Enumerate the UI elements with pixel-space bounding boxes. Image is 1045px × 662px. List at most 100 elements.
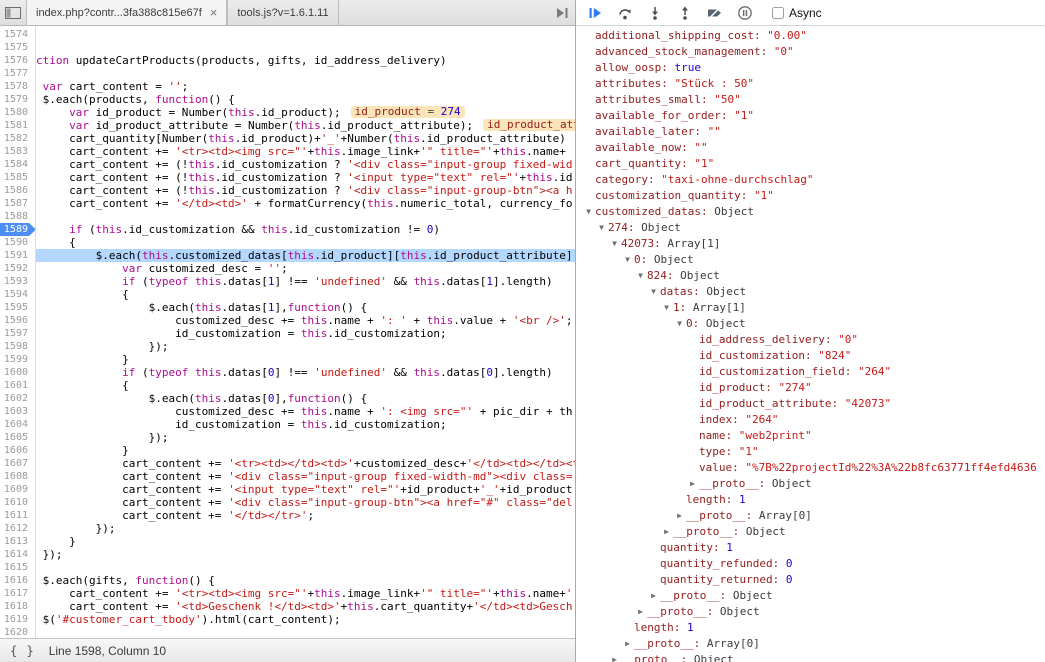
code-line[interactable]: var id_product_attribute = Number(this.i… [36,119,575,132]
code-line[interactable]: $.each(this.datas[1],function() { [36,301,575,314]
gutter-line-number[interactable]: 1575 [0,41,35,54]
gutter-line-number[interactable]: 1574 [0,28,35,41]
tab-close-icon[interactable]: × [210,6,218,19]
code-line[interactable]: var cart_content = ''; [36,80,575,93]
disclosure-closed-icon[interactable]: ▶ [660,524,673,540]
gutter-line-number[interactable]: 1582 [0,132,35,145]
gutter[interactable]: 1574 1575 1576 1577 1578 1579 1580 1581 1582 1583… [0,26,36,638]
gutter-line-number[interactable]: 1601 [0,379,35,392]
code-line[interactable]: cart_quantity[Number(this.id_product)+'_… [36,132,575,145]
gutter-line-number[interactable]: 1577 [0,67,35,80]
breakpoint-marker[interactable]: 1589 [0,223,35,236]
gutter-line-number[interactable]: 1604 [0,418,35,431]
code-line-selected[interactable]: $.each(this.customized_datas[this.id_pro… [36,249,575,262]
code-line[interactable]: $.each(products, function() { [36,93,575,106]
code-line[interactable]: id_customization = this.id_customization… [36,327,575,340]
disclosure-closed-icon[interactable]: ▶ [608,652,621,662]
disclosure-closed-icon[interactable]: ▶ [634,604,647,620]
code-line[interactable]: cart_content += '</td></tr>'; [36,509,575,522]
step-out-icon[interactable] [676,4,693,21]
scope-row[interactable]: ▶ __proto__: Object [576,588,1045,604]
sidebar-toggle-icon[interactable] [0,0,26,25]
gutter-line-number[interactable]: 1599 [0,353,35,366]
scope-row[interactable]: ▶ __proto__: Array[0] [576,636,1045,652]
code-line[interactable]: cart_content += '</td><td>' + formatCurr… [36,197,575,210]
gutter-line-number[interactable]: 1576 [0,54,35,67]
gutter-line-number[interactable]: 1600 [0,366,35,379]
gutter-line-number[interactable]: 1593 [0,275,35,288]
tab-tools-js[interactable]: tools.js?v=1.6.1.11 [227,0,339,25]
code-line[interactable]: $.each(gifts, function() { [36,574,575,587]
code-line[interactable]: cart_content += '<input type="text" rel=… [36,483,575,496]
code-line[interactable]: } [36,444,575,457]
gutter-line-number[interactable]: 1611 [0,509,35,522]
gutter-line-number[interactable]: 1613 [0,535,35,548]
gutter-line-number[interactable]: 1618 [0,600,35,613]
code-line[interactable]: }); [36,522,575,535]
gutter-line-number[interactable]: 1584 [0,158,35,171]
code-line[interactable]: cart_content += '<div class="input-group… [36,496,575,509]
scope-row[interactable]: ▶ __proto__: Object [576,476,1045,492]
disclosure-open-icon[interactable]: ▼ [608,236,621,252]
code-line[interactable] [36,28,575,41]
gutter-line-number[interactable]: 1609 [0,483,35,496]
code-line[interactable]: var customized_desc = ''; [36,262,575,275]
code-line[interactable]: $.each(this.datas[0],function() { [36,392,575,405]
disclosure-open-icon[interactable]: ▼ [595,220,608,236]
gutter-line-number[interactable]: 1608 [0,470,35,483]
pretty-print-icon[interactable]: { } [10,644,35,658]
disclosure-open-icon[interactable]: ▼ [673,316,686,332]
scope-row[interactable]: ▼ customized_datas: Object [576,204,1045,220]
gutter-line-number[interactable]: 1578 [0,80,35,93]
code-line[interactable] [36,561,575,574]
code-line[interactable]: if (typeof this.datas[0] !== 'undefined'… [36,366,575,379]
gutter-line-number[interactable]: 1585 [0,171,35,184]
async-checkbox[interactable] [772,6,784,19]
gutter-line-number[interactable]: 1592 [0,262,35,275]
code-line[interactable]: } [36,535,575,548]
step-over-icon[interactable] [616,4,633,21]
code-line[interactable]: { [36,288,575,301]
pause-on-exceptions-icon[interactable] [736,4,753,21]
code-line[interactable] [36,626,575,638]
code-line[interactable]: cart_content += '<tr><td></td><td>'+cust… [36,457,575,470]
tab-index-php[interactable]: index.php?contr...3fa388c815e67f × [26,0,228,25]
gutter-line-number[interactable]: 1595 [0,301,35,314]
code-line[interactable]: cart_content += (!this.id_customization … [36,184,575,197]
gutter-line-number[interactable]: 1581 [0,119,35,132]
gutter-line-number[interactable]: 1590 [0,236,35,249]
code-line[interactable]: var id_product = Number(this.id_product)… [36,106,575,119]
scope-row[interactable]: ▼ 274: Object [576,220,1045,236]
code-line[interactable]: $('#customer_cart_tbody').html(cart_cont… [36,613,575,626]
code-line[interactable]: }); [36,340,575,353]
scope-row[interactable]: ▼ 0: Object [576,316,1045,332]
code-line[interactable]: }); [36,431,575,444]
code-line[interactable]: cart_content += '<tr><td><img src="'+thi… [36,587,575,600]
gutter-line-number[interactable]: 1617 [0,587,35,600]
code-line[interactable]: cart_content += (!this.id_customization … [36,171,575,184]
code-line[interactable] [36,210,575,223]
scope-row[interactable]: ▶ __proto__: Array[0] [576,508,1045,524]
code-lines[interactable]: ction updateCartProducts(products, gifts… [36,26,575,638]
gutter-line-number[interactable]: 1615 [0,561,35,574]
gutter-line-number[interactable]: 1605 [0,431,35,444]
gutter-line-number[interactable]: 1616 [0,574,35,587]
code-line[interactable] [36,41,575,54]
scope-row[interactable]: ▼ datas: Object [576,284,1045,300]
code-line[interactable]: }); [36,548,575,561]
scope-row[interactable]: ▼ 0: Object [576,252,1045,268]
code-line[interactable]: customized_desc += this.name + ': ' + th… [36,314,575,327]
gutter-line-number[interactable]: 1579 [0,93,35,106]
disclosure-open-icon[interactable]: ▼ [660,300,673,316]
scope-row[interactable]: ▼ 1: Array[1] [576,300,1045,316]
code-line[interactable]: customized_desc += this.name + ': <img s… [36,405,575,418]
disclosure-open-icon[interactable]: ▼ [647,284,660,300]
scope-row[interactable]: ▶ __proto__: Object [576,604,1045,620]
gutter-line-number[interactable]: 1607 [0,457,35,470]
disclosure-open-icon[interactable]: ▼ [621,252,634,268]
gutter-line-number[interactable]: 1580 [0,106,35,119]
disclosure-open-icon[interactable]: ▼ [582,204,595,220]
disclosure-closed-icon[interactable]: ▶ [686,476,699,492]
gutter-line-number[interactable]: 1606 [0,444,35,457]
gutter-line-number[interactable]: 1587 [0,197,35,210]
